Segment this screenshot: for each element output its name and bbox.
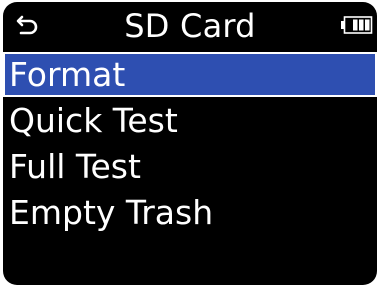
menu-item-quick-test[interactable]: Quick Test [3, 98, 377, 143]
battery-icon [341, 16, 373, 34]
battery-segment [353, 19, 358, 31]
menu-list: Format Quick Test Full Test Empty Trash [3, 52, 377, 236]
battery-segment [359, 19, 364, 31]
header-bar: SD Card [3, 2, 377, 52]
menu-item-format[interactable]: Format [3, 52, 377, 97]
device-screen: SD Card Format Quick Test Full Test Empt… [3, 2, 377, 285]
page-title: SD Card [124, 7, 256, 45]
menu-item-empty-trash[interactable]: Empty Trash [3, 190, 377, 235]
battery-level-bars [347, 19, 370, 31]
battery-segment [347, 20, 352, 31]
battery-segment [365, 19, 370, 31]
menu-item-full-test[interactable]: Full Test [3, 144, 377, 189]
